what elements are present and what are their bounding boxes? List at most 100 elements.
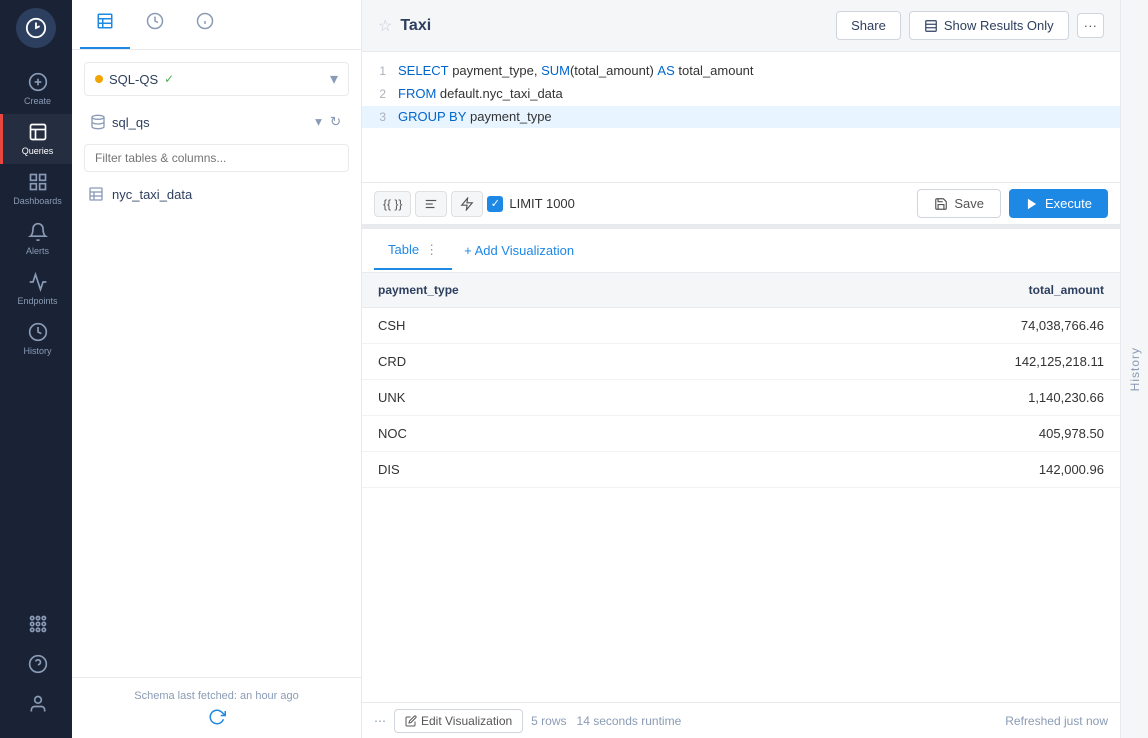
execute-label: Execute xyxy=(1045,196,1092,211)
results-table: payment_type total_amount CSH 74,038,766… xyxy=(362,273,1120,702)
nav-label-endpoints: Endpoints xyxy=(17,296,57,306)
connection-name: SQL-QS xyxy=(109,72,158,87)
format-button[interactable] xyxy=(415,191,447,217)
refresh-icon[interactable] xyxy=(208,708,226,726)
edit-vis-label: Edit Visualization xyxy=(421,714,512,728)
table-row: NOC 405,978.50 xyxy=(362,416,1120,452)
nav-item-alerts[interactable]: Alerts xyxy=(0,214,72,264)
connection-status-dot xyxy=(95,75,103,83)
add-vis-label: + Add Visualization xyxy=(464,243,574,258)
connection-selector[interactable]: SQL-QS ✓ ▾ xyxy=(84,62,349,96)
add-visualization-btn[interactable]: + Add Visualization xyxy=(452,235,586,266)
status-menu-icon[interactable]: ⋯ xyxy=(374,714,386,728)
code-line-3: 3 GROUP BY payment_type xyxy=(362,106,1120,129)
code-text-3: GROUP BY payment_type xyxy=(398,107,552,128)
schema-dropdown-btn[interactable]: ▾ xyxy=(313,112,324,132)
cell-payment-type-4: DIS xyxy=(362,452,727,488)
main-content: ☆ Taxi Share Show Results Only ··· 1 SEL… xyxy=(362,0,1120,738)
cell-total-amount-4: 142,000.96 xyxy=(727,452,1120,488)
sidebar-tab-info[interactable] xyxy=(180,0,230,49)
page-title: Taxi xyxy=(400,17,431,35)
nav-label-history: History xyxy=(23,346,51,356)
schema-selector: sql_qs ▾ ↻ xyxy=(84,108,349,136)
nav-item-apps[interactable] xyxy=(21,606,52,642)
col-header-total-amount: total_amount xyxy=(727,273,1120,308)
editor-toolbar: {{ }} LIMIT 1000 xyxy=(362,182,1120,224)
database-icon xyxy=(90,114,106,130)
col-header-payment-type: payment_type xyxy=(362,273,727,308)
results-tab-table[interactable]: Table ⋮ xyxy=(374,232,452,270)
nav-item-help[interactable] xyxy=(21,646,52,682)
lightning-icon xyxy=(460,197,474,211)
table-tab-options[interactable]: ⋮ xyxy=(425,242,438,258)
table-row: DIS 142,000.96 xyxy=(362,452,1120,488)
nav-item-queries[interactable]: Queries xyxy=(0,114,72,164)
limit-toggle: LIMIT 1000 xyxy=(487,196,575,212)
runtime-value: 14 seconds runtime xyxy=(577,714,682,728)
table-row: UNK 1,140,230.66 xyxy=(362,380,1120,416)
limit-checkbox[interactable] xyxy=(487,196,503,212)
top-bar-right: Share Show Results Only ··· xyxy=(836,11,1104,40)
format-icon xyxy=(424,197,438,211)
toolbar-right: Save Execute xyxy=(917,189,1108,218)
results-area: Table ⋮ + Add Visualization payment_type… xyxy=(362,229,1120,738)
share-button[interactable]: Share xyxy=(836,11,901,40)
schema-name: sql_qs xyxy=(112,115,150,130)
toolbar-left: {{ }} LIMIT 1000 xyxy=(374,191,575,217)
top-bar-left: ☆ Taxi xyxy=(378,16,431,36)
rows-count-value: 5 rows xyxy=(531,714,566,728)
table-tab-label: Table xyxy=(388,242,419,257)
sidebar-tab-history[interactable] xyxy=(130,0,180,49)
sidebar-tab-bar xyxy=(72,0,361,50)
nav-label-queries: Queries xyxy=(22,146,54,156)
chevron-down-icon: ▾ xyxy=(330,69,338,89)
save-label: Save xyxy=(954,196,984,211)
nav-item-dashboards[interactable]: Dashboards xyxy=(0,164,72,214)
results-tab-bar: Table ⋮ + Add Visualization xyxy=(362,229,1120,273)
save-button[interactable]: Save xyxy=(917,189,1001,218)
code-line-1: 1 SELECT payment_type, SUM(total_amount)… xyxy=(362,60,1120,83)
line-number-2: 2 xyxy=(362,85,398,104)
table-results-icon xyxy=(924,19,938,33)
filter-input[interactable] xyxy=(84,144,349,172)
sidebar-content: SQL-QS ✓ ▾ sql_qs ▾ ↻ xyxy=(72,50,361,677)
nav-label-dashboards: Dashboards xyxy=(13,196,62,206)
history-label: History xyxy=(1128,347,1142,391)
cell-payment-type-1: CRD xyxy=(362,344,727,380)
app-logo[interactable] xyxy=(16,8,56,48)
nav-label-create: Create xyxy=(24,96,51,106)
top-bar: ☆ Taxi Share Show Results Only ··· xyxy=(362,0,1120,52)
table-row: CRD 142,125,218.11 xyxy=(362,344,1120,380)
limit-label: LIMIT 1000 xyxy=(509,196,575,211)
cell-payment-type-3: NOC xyxy=(362,416,727,452)
sidebar-tab-table[interactable] xyxy=(80,0,130,49)
nav-item-create[interactable]: Create xyxy=(0,64,72,114)
history-sidebar[interactable]: History xyxy=(1120,0,1148,738)
show-results-only-button[interactable]: Show Results Only xyxy=(909,11,1069,40)
line-number-3: 3 xyxy=(362,108,398,127)
cell-total-amount-0: 74,038,766.46 xyxy=(727,308,1120,344)
auto-button[interactable] xyxy=(451,191,483,217)
code-line-2: 2 FROM default.nyc_taxi_data xyxy=(362,83,1120,106)
nav-item-user[interactable] xyxy=(21,686,52,722)
cell-total-amount-3: 405,978.50 xyxy=(727,416,1120,452)
schema-refresh-btn[interactable]: ↻ xyxy=(328,112,343,132)
cell-total-amount-2: 1,140,230.66 xyxy=(727,380,1120,416)
nav-label-alerts: Alerts xyxy=(26,246,49,256)
nav-item-endpoints[interactable]: Endpoints xyxy=(0,264,72,314)
code-editor-area[interactable]: 1 SELECT payment_type, SUM(total_amount)… xyxy=(362,52,1120,182)
star-icon[interactable]: ☆ xyxy=(378,16,392,36)
template-button[interactable]: {{ }} xyxy=(374,191,411,217)
more-options-button[interactable]: ··· xyxy=(1077,13,1104,38)
schema-fetch-time: Schema last fetched: an hour ago xyxy=(134,690,299,702)
sidebar: SQL-QS ✓ ▾ sql_qs ▾ ↻ xyxy=(72,0,362,738)
status-bar: ⋯ Edit Visualization 5 rows 14 seconds r… xyxy=(362,702,1120,738)
edit-icon xyxy=(405,715,417,727)
execute-button[interactable]: Execute xyxy=(1009,189,1108,218)
schema-actions: ▾ ↻ xyxy=(313,112,343,132)
sidebar-footer: Schema last fetched: an hour ago xyxy=(72,677,361,738)
edit-visualization-button[interactable]: Edit Visualization xyxy=(394,709,523,733)
rows-count: 5 rows 14 seconds runtime xyxy=(531,714,681,728)
nav-item-history[interactable]: History xyxy=(0,314,72,364)
table-item-nyc-taxi[interactable]: nyc_taxi_data xyxy=(84,180,349,208)
